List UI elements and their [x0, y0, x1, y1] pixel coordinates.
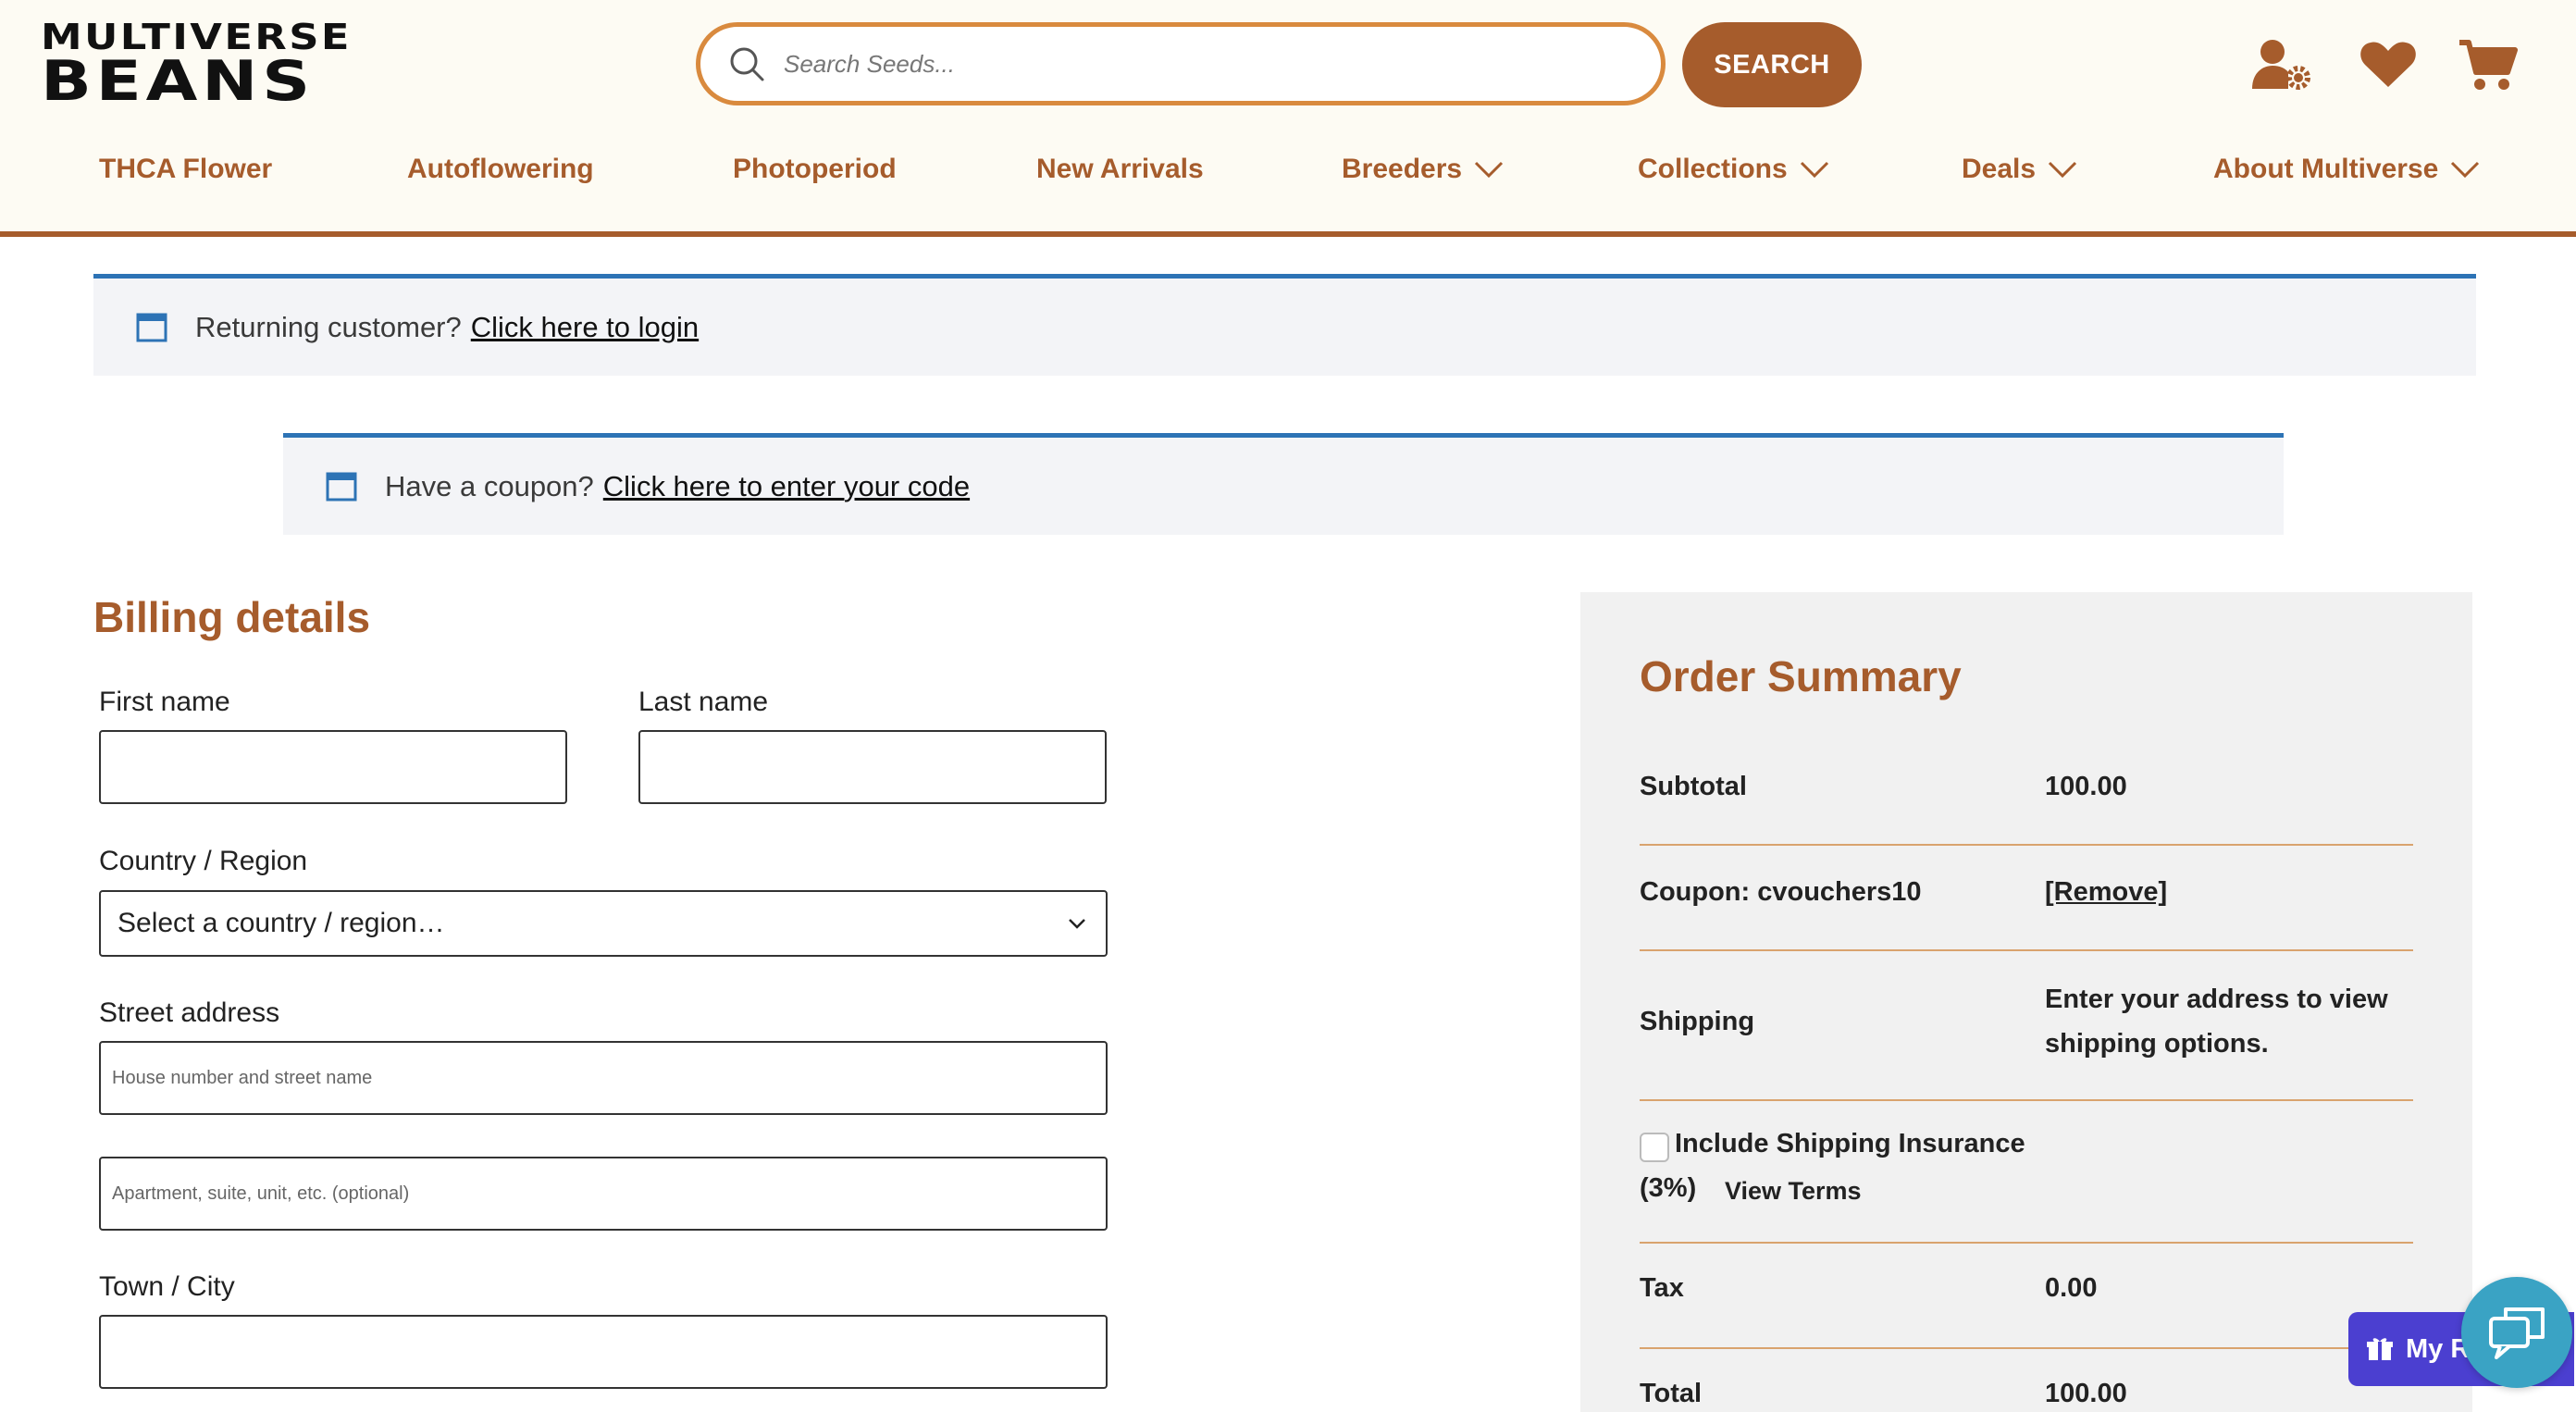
tax-value: 0.00 [2045, 1273, 2098, 1303]
coupon-text: Have a coupon? [385, 469, 594, 502]
city-input[interactable] [101, 1317, 1106, 1387]
coupon-notice: Have a coupon? Click here to enter your … [283, 433, 2284, 535]
site-logo[interactable]: MULTIVERSE BEANS [41, 19, 349, 111]
heart-icon[interactable] [2358, 37, 2419, 93]
shipping-insurance-checkbox[interactable] [1640, 1133, 1669, 1162]
nav-item-photoperiod[interactable]: Photoperiod [733, 154, 897, 185]
last-name-field [638, 730, 1107, 804]
account-settings-icon[interactable] [2250, 37, 2311, 93]
billing-title: Billing details [93, 593, 371, 641]
remove-coupon-link[interactable]: [Remove] [2045, 870, 2167, 914]
gift-icon [2367, 1338, 2393, 1360]
chevron-down-icon [1069, 919, 1085, 929]
chevron-down-icon [2049, 161, 2077, 179]
last-name-label: Last name [638, 687, 769, 717]
tax-label: Tax [1640, 1273, 1684, 1303]
shipping-insurance-label: Include Shipping Insurance [1675, 1129, 2025, 1158]
country-select-value: Select a country / region… [118, 908, 445, 938]
nav-label: Breeders [1342, 154, 1463, 184]
shipping-insurance-percent: (3%) [1640, 1173, 1697, 1203]
logo-line2: BEANS [41, 49, 315, 114]
shipping-value-line1: Enter your address to view [2045, 985, 2388, 1014]
divider [1640, 1347, 2413, 1349]
subtotal-label: Subtotal [1640, 772, 1747, 801]
nav-item-new-arrivals[interactable]: New Arrivals [1036, 154, 1204, 185]
main-nav: THCA Flower Autoflowering Photoperiod Ne… [0, 154, 2576, 194]
chevron-down-icon [1800, 161, 1828, 179]
site-header: MULTIVERSE BEANS SEARCH THCA Flower Auto… [0, 0, 2576, 237]
window-icon [136, 313, 167, 341]
chat-button[interactable] [2461, 1277, 2572, 1388]
nav-label: Collections [1638, 154, 1788, 184]
cart-icon[interactable] [2458, 37, 2519, 93]
nav-item-thca-flower[interactable]: THCA Flower [99, 154, 272, 185]
city-field [99, 1315, 1108, 1389]
nav-item-breeders[interactable]: Breeders [1342, 154, 1505, 185]
nav-item-autoflowering[interactable]: Autoflowering [407, 154, 594, 185]
country-label: Country / Region [99, 846, 308, 876]
nav-item-collections[interactable]: Collections [1638, 154, 1830, 185]
shipping-label: Shipping [1640, 1007, 1755, 1036]
street-address-2-input[interactable] [101, 1158, 1106, 1229]
nav-label: About Multiverse [2213, 154, 2439, 184]
search-input[interactable] [784, 49, 1616, 79]
subtotal-value: 100.00 [2045, 772, 2127, 801]
divider [1640, 1099, 2413, 1101]
search-icon [730, 47, 764, 81]
nav-label: Deals [1962, 154, 2037, 184]
chat-icon [2489, 1307, 2545, 1359]
nav-label: Autoflowering [407, 154, 594, 184]
chevron-down-icon [1475, 161, 1504, 179]
rewards-label: My R [2406, 1333, 2471, 1364]
returning-customer-notice: Returning customer? Click here to login [93, 274, 2476, 376]
order-summary: Order Summary Subtotal 100.00 Coupon: cv… [1580, 592, 2472, 1412]
nav-item-deals[interactable]: Deals [1962, 154, 2078, 185]
chevron-down-icon [2451, 161, 2480, 179]
street-address-label: Street address [99, 997, 280, 1028]
street-address-field [99, 1041, 1108, 1115]
nav-label: New Arrivals [1036, 154, 1204, 184]
nav-item-about-multiverse[interactable]: About Multiverse [2213, 154, 2481, 185]
view-terms-link[interactable]: View Terms [1725, 1177, 1862, 1206]
last-name-input[interactable] [640, 732, 1105, 802]
divider [1640, 949, 2413, 951]
divider [1640, 844, 2413, 846]
nav-label: Photoperiod [733, 154, 897, 184]
shipping-value-line2: shipping options. [2045, 1029, 2269, 1059]
first-name-field [99, 730, 567, 804]
street-address-input[interactable] [101, 1043, 1106, 1113]
search-button[interactable]: SEARCH [1682, 22, 1862, 107]
street-address-2-field [99, 1157, 1108, 1231]
divider [1640, 1242, 2413, 1244]
coupon-label: Coupon: cvouchers10 [1640, 877, 1922, 907]
first-name-input[interactable] [101, 732, 565, 802]
total-label: Total [1640, 1379, 1703, 1408]
returning-customer-text: Returning customer? [195, 310, 462, 343]
login-link[interactable]: Click here to login [471, 311, 699, 344]
first-name-label: First name [99, 687, 230, 717]
city-label: Town / City [99, 1271, 235, 1302]
nav-label: THCA Flower [99, 154, 273, 184]
search-bar [696, 22, 1666, 105]
country-select[interactable]: Select a country / region… [99, 890, 1108, 957]
enter-coupon-link[interactable]: Click here to enter your code [603, 470, 970, 503]
window-icon [326, 472, 357, 501]
order-summary-title: Order Summary [1640, 652, 1962, 700]
total-value: 100.00 [2045, 1379, 2127, 1408]
